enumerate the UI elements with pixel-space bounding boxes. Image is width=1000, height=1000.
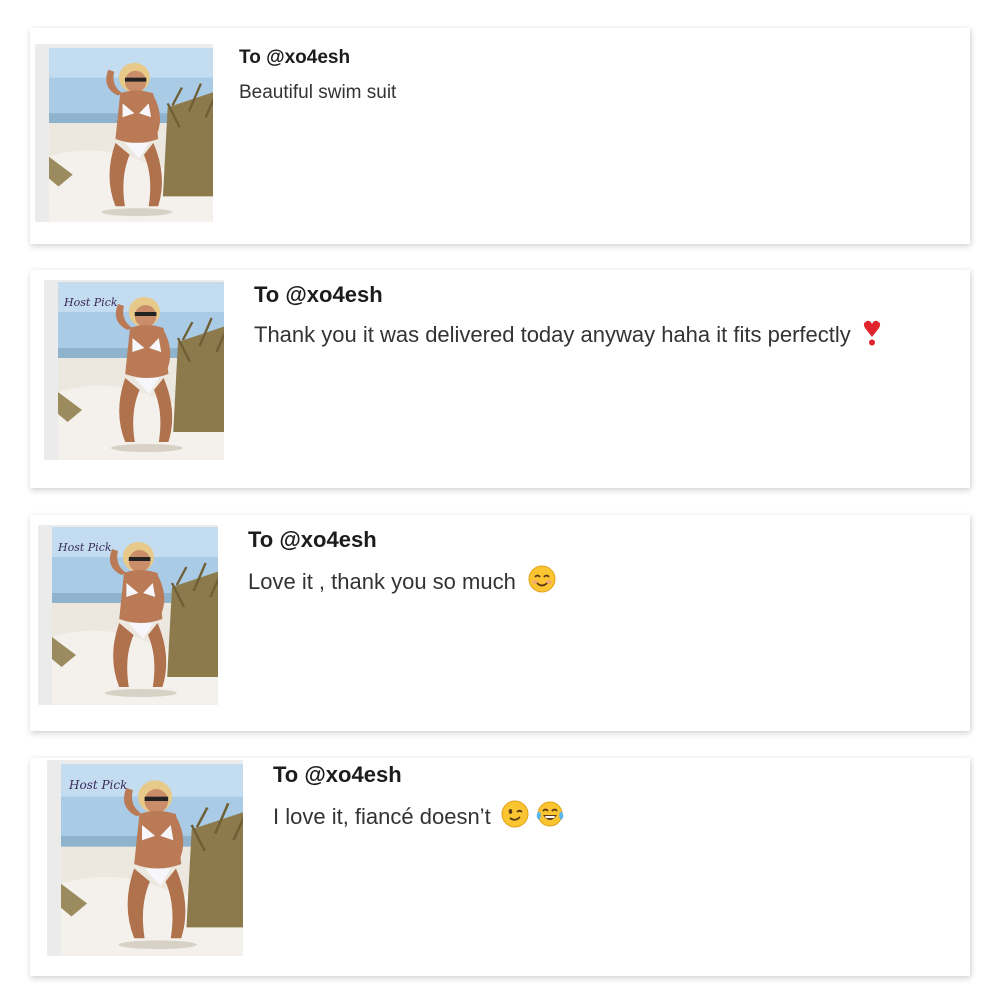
winking-face-icon [501, 800, 529, 828]
review-message-text: Love it , thank you so much [248, 569, 516, 594]
host-pick-badge: Host Pick [64, 296, 118, 309]
tears-of-joy-icon [535, 800, 565, 828]
review-message: I love it, fiancé doesn’t [273, 800, 565, 830]
review-recipient[interactable]: To @xo4esh [248, 527, 377, 553]
review-card: Host Pick To @xo4esh Thank you it was de… [30, 270, 970, 488]
review-message-text: I love it, fiancé doesn’t [273, 804, 491, 829]
review-message: Love it , thank you so much [248, 565, 556, 595]
review-photo[interactable]: Host Pick [38, 525, 218, 705]
review-photo[interactable]: Host Pick [44, 280, 224, 460]
review-card: Host Pick To @xo4esh Love it , thank you… [30, 515, 970, 731]
reviews-feed: To @xo4esh Beautiful swim suit Host Pick… [0, 0, 1000, 1000]
review-recipient[interactable]: To @xo4esh [239, 47, 350, 69]
host-pick-badge: Host Pick [69, 778, 128, 792]
review-recipient[interactable]: To @xo4esh [273, 762, 402, 788]
review-recipient[interactable]: To @xo4esh [254, 282, 383, 308]
review-message: Beautiful swim suit [239, 82, 397, 103]
review-message: Thank you it was delivered today anyway … [254, 320, 881, 348]
exclamation-heart-icon [863, 320, 881, 346]
smiling-face-icon [528, 565, 556, 593]
host-pick-badge: Host Pick [58, 541, 112, 554]
review-photo[interactable] [35, 44, 213, 222]
review-photo[interactable]: Host Pick [47, 760, 243, 956]
review-message-text: Thank you it was delivered today anyway … [254, 322, 851, 347]
review-card: To @xo4esh Beautiful swim suit [30, 28, 970, 244]
review-card: Host Pick To @xo4esh I love it, fiancé d… [30, 758, 970, 976]
